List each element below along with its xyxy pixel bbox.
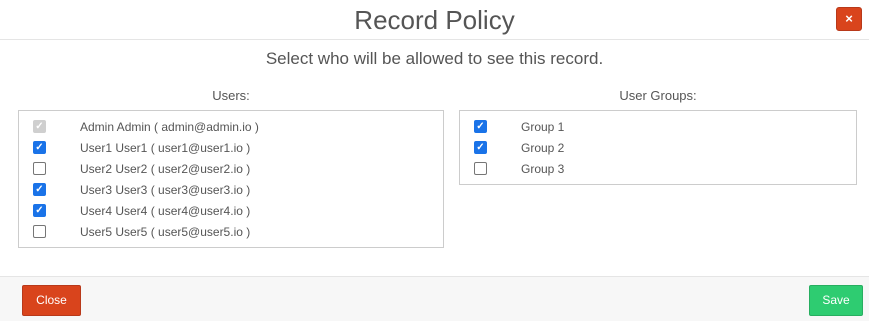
user-row[interactable]: ✓ User1 User1 ( user1@user1.io ) <box>19 137 443 158</box>
group-row[interactable]: Group 3 <box>460 158 856 179</box>
user-checkbox: ✓ <box>33 120 46 133</box>
group-label[interactable]: Group 3 <box>521 162 564 176</box>
group-checkbox[interactable]: ✓ <box>474 141 487 154</box>
user-label: Admin Admin ( admin@admin.io ) <box>80 119 259 134</box>
group-checkbox[interactable]: ✓ <box>474 120 487 133</box>
user-label[interactable]: User3 User3 ( user3@user3.io ) <box>80 183 250 197</box>
user-row[interactable]: User5 User5 ( user5@user5.io ) <box>19 221 443 242</box>
user-row[interactable]: ✓ User3 User3 ( user3@user3.io ) <box>19 179 443 200</box>
user-checkbox[interactable]: ✓ <box>33 141 46 154</box>
group-label[interactable]: Group 1 <box>521 120 564 134</box>
modal-body: Select who will be allowed to see this r… <box>0 40 869 276</box>
save-button[interactable]: Save <box>809 285 863 316</box>
close-icon[interactable]: × <box>836 7 862 31</box>
group-label[interactable]: Group 2 <box>521 141 564 155</box>
user-checkbox[interactable] <box>33 162 46 175</box>
subtitle: Select who will be allowed to see this r… <box>265 49 604 68</box>
group-row[interactable]: ✓ Group 1 <box>460 116 856 137</box>
modal-footer: Close Save <box>0 276 869 321</box>
modal-header: Record Policy × <box>0 0 869 40</box>
user-groups-label: User Groups: <box>619 88 697 103</box>
group-checkbox[interactable] <box>474 162 487 175</box>
users-list: ✓ Admin Admin ( admin@admin.io ) ✓ User1… <box>18 110 444 248</box>
user-row[interactable]: ✓ User4 User4 ( user4@user4.io ) <box>19 200 443 221</box>
modal-title: Record Policy <box>354 5 515 35</box>
user-label[interactable]: User4 User4 ( user4@user4.io ) <box>80 204 250 218</box>
group-row[interactable]: ✓ Group 2 <box>460 137 856 158</box>
user-row[interactable]: User2 User2 ( user2@user2.io ) <box>19 158 443 179</box>
user-label[interactable]: User2 User2 ( user2@user2.io ) <box>80 162 250 176</box>
users-label: Users: <box>212 88 250 103</box>
user-label[interactable]: User5 User5 ( user5@user5.io ) <box>80 225 250 239</box>
user-checkbox[interactable] <box>33 225 46 238</box>
user-label[interactable]: User1 User1 ( user1@user1.io ) <box>80 141 250 155</box>
close-button[interactable]: Close <box>22 285 81 316</box>
user-checkbox[interactable]: ✓ <box>33 204 46 217</box>
user-row[interactable]: ✓ Admin Admin ( admin@admin.io ) <box>19 116 443 137</box>
user-groups-list: ✓ Group 1 ✓ Group 2 Group 3 <box>459 110 857 185</box>
user-checkbox[interactable]: ✓ <box>33 183 46 196</box>
